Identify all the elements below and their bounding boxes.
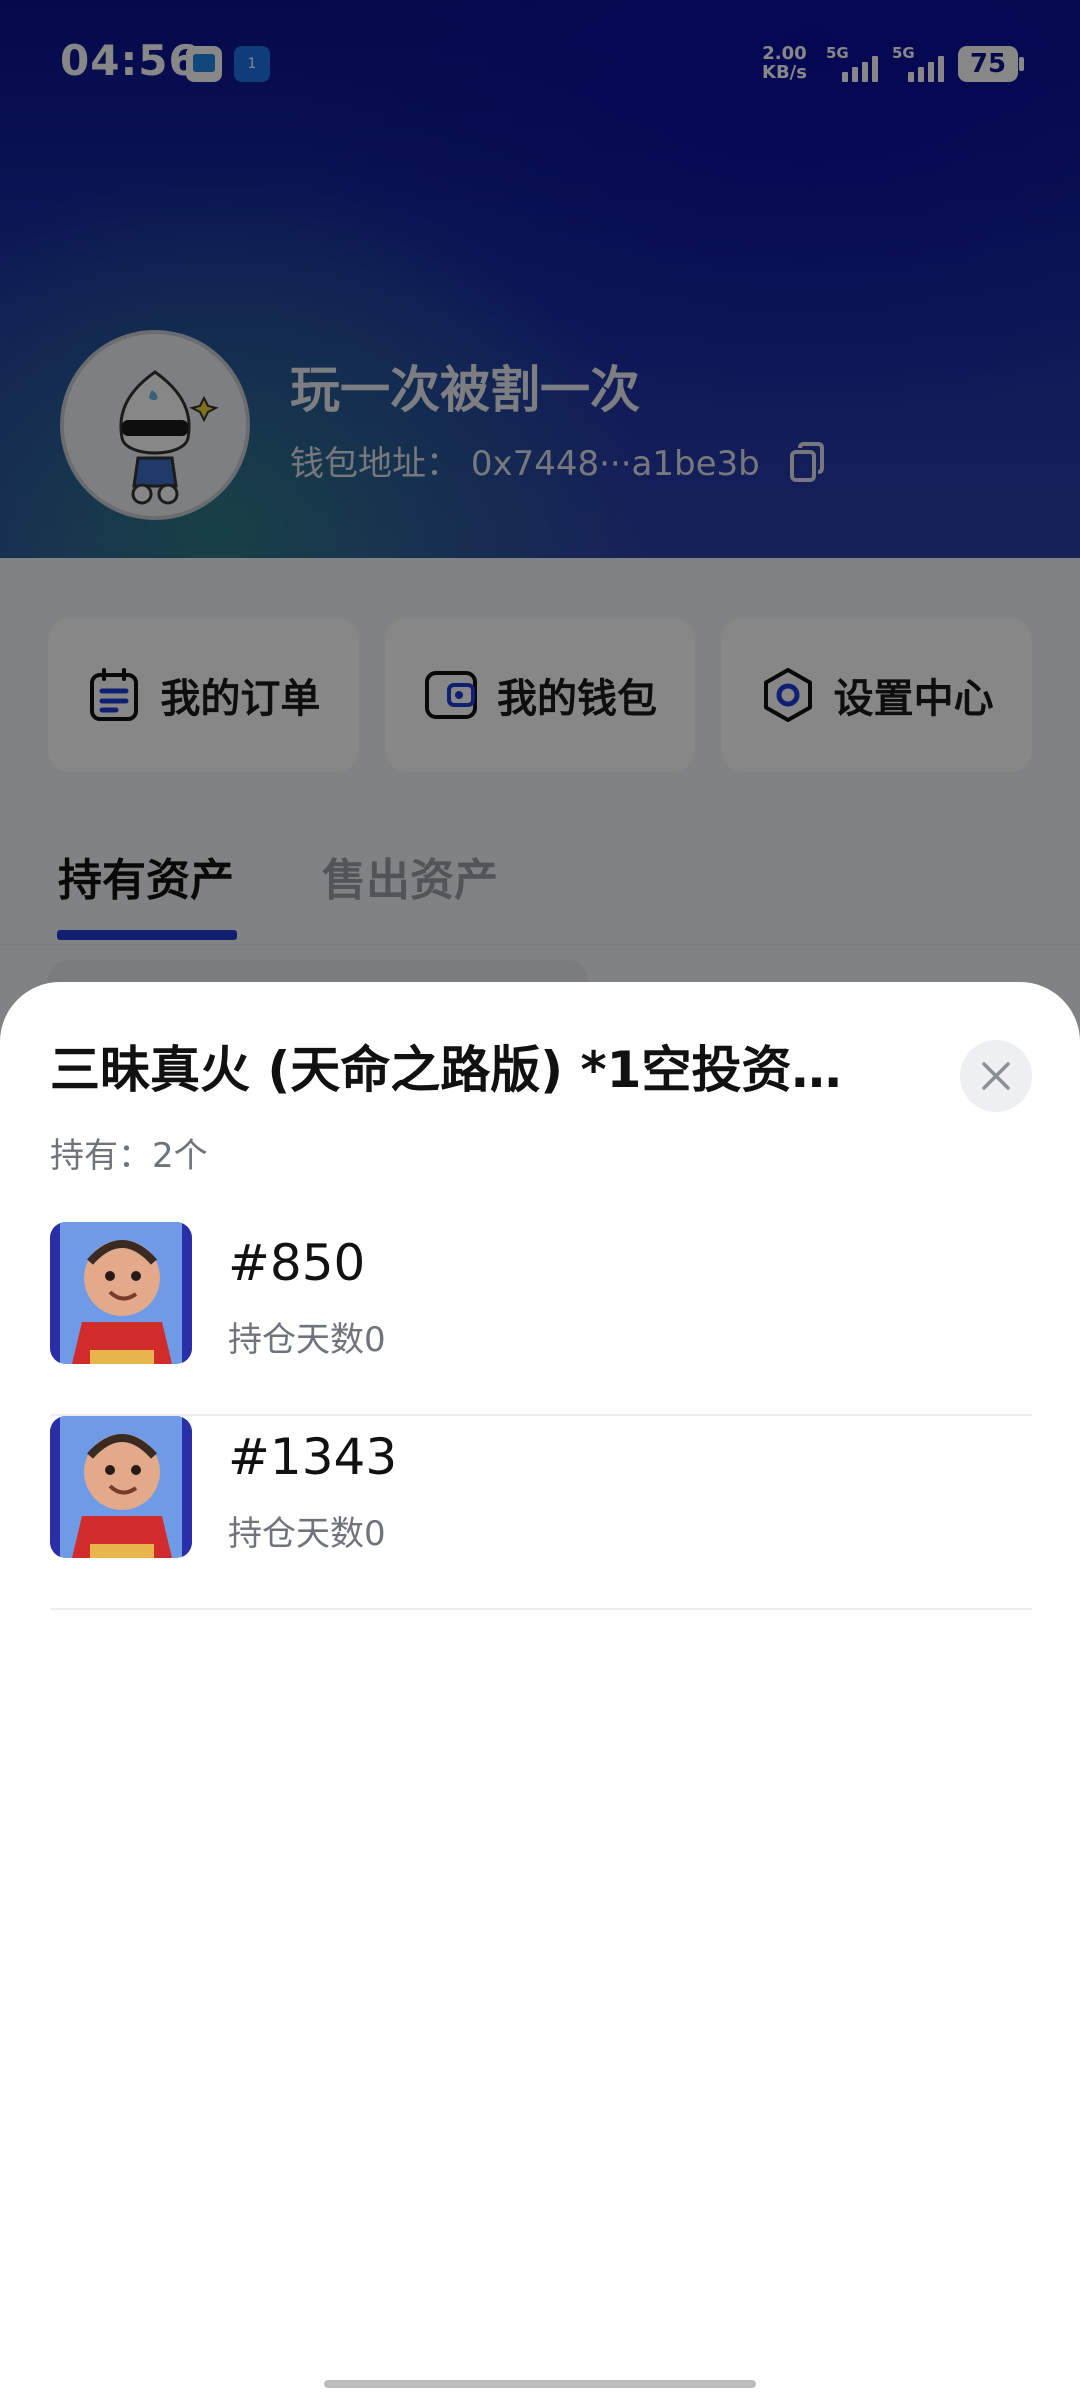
close-icon: [982, 1062, 1010, 1090]
asset-list: #850 持仓天数0 #1343 持仓天数0: [50, 1222, 1032, 1610]
sheet-title: 三昧真火 (天命之路版) *1空投资…: [50, 1041, 842, 1099]
asset-id: #850: [228, 1234, 366, 1292]
close-button[interactable]: [960, 1040, 1032, 1112]
holding-days: 持仓天数0: [228, 1320, 386, 1360]
asset-detail-sheet: 三昧真火 (天命之路版) *1空投资… 持有：2个 #850 持仓天数0 #13…: [0, 982, 1080, 2392]
list-item[interactable]: #1343 持仓天数0: [50, 1416, 1032, 1610]
holding-count: 持有：2个: [50, 1136, 208, 1176]
home-indicator[interactable]: [324, 2380, 756, 2388]
asset-id: #1343: [228, 1428, 398, 1486]
asset-thumbnail: [50, 1416, 192, 1558]
holding-days: 持仓天数0: [228, 1514, 386, 1554]
list-item[interactable]: #850 持仓天数0: [50, 1222, 1032, 1416]
asset-thumbnail: [50, 1222, 192, 1364]
